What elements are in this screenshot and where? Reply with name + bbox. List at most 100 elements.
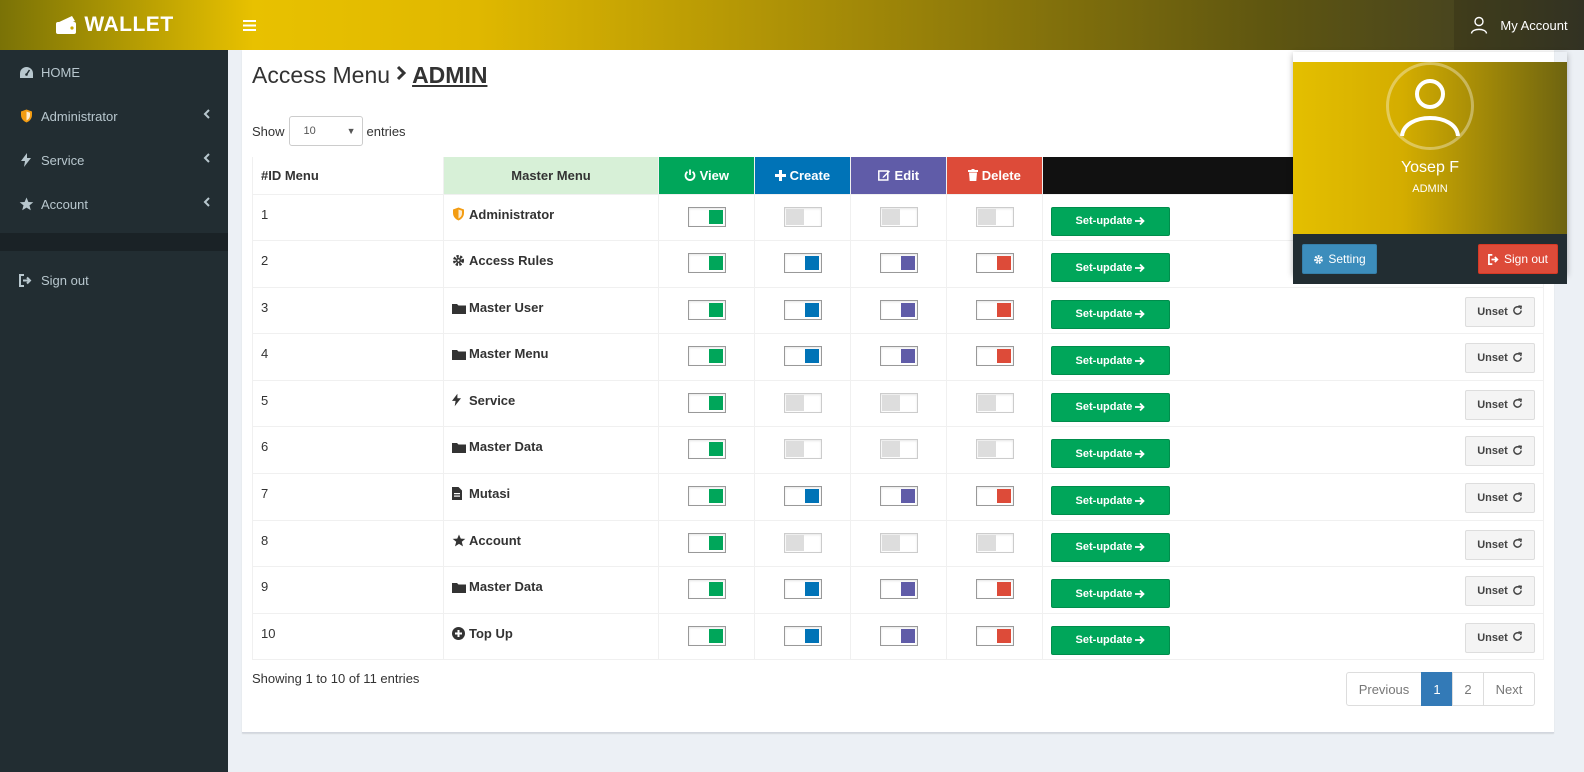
unset-button[interactable]: Unset xyxy=(1465,483,1535,514)
create-toggle[interactable] xyxy=(783,346,822,367)
create-toggle[interactable] xyxy=(783,206,822,227)
sidebar-toggle-button[interactable] xyxy=(228,0,270,50)
page-role-link[interactable]: ADMIN xyxy=(412,62,487,89)
view-toggle[interactable] xyxy=(687,579,726,600)
edit-toggle[interactable] xyxy=(879,486,918,507)
menu-name: Mutasi xyxy=(469,486,511,502)
delete-toggle[interactable] xyxy=(975,253,1014,274)
create-toggle[interactable] xyxy=(783,392,822,413)
set-update-button[interactable]: Set-update xyxy=(1051,579,1170,609)
view-toggle[interactable] xyxy=(687,346,726,367)
create-toggle[interactable] xyxy=(783,532,822,553)
sidebar-item-home[interactable]: HOME xyxy=(0,50,228,94)
delete-toggle[interactable] xyxy=(975,299,1014,320)
cell-edit xyxy=(850,612,947,661)
pagination-next[interactable]: Next xyxy=(1483,672,1535,706)
create-toggle[interactable] xyxy=(783,625,822,646)
sidebar-item-service[interactable]: Service xyxy=(0,138,228,182)
trash-icon xyxy=(968,168,979,181)
unset-button[interactable]: Unset xyxy=(1465,343,1535,374)
edit-toggle[interactable] xyxy=(879,253,918,274)
create-toggle[interactable] xyxy=(783,439,822,460)
my-account-menu[interactable]: My Account xyxy=(1454,0,1584,50)
column-header-edit[interactable]: Edit xyxy=(850,157,947,194)
cell-create xyxy=(754,612,851,661)
unset-button[interactable]: Unset xyxy=(1465,436,1535,467)
chevron-left-icon xyxy=(203,196,210,210)
set-update-button[interactable]: Set-update xyxy=(1051,625,1170,655)
sign-out-button[interactable]: Sign out xyxy=(1478,244,1558,274)
column-header-master-menu[interactable]: Master Menu xyxy=(443,157,659,194)
create-toggle[interactable] xyxy=(783,486,822,507)
view-toggle[interactable] xyxy=(687,299,726,320)
view-toggle[interactable] xyxy=(687,206,726,227)
pagination-page-2[interactable]: 2 xyxy=(1452,672,1484,706)
unset-button[interactable]: Unset xyxy=(1465,529,1535,560)
delete-toggle[interactable] xyxy=(975,439,1014,460)
unset-button[interactable]: Unset xyxy=(1465,389,1535,420)
set-update-button[interactable]: Set-update xyxy=(1051,206,1170,236)
pagination-page-1[interactable]: 1 xyxy=(1421,672,1453,706)
view-toggle[interactable] xyxy=(687,486,726,507)
set-update-label: Set-update xyxy=(1075,308,1133,321)
unset-button[interactable]: Unset xyxy=(1465,622,1535,653)
set-update-button[interactable]: Set-update xyxy=(1051,392,1170,422)
cell-delete xyxy=(946,519,1043,567)
cell-edit xyxy=(850,193,947,241)
edit-toggle[interactable] xyxy=(879,625,918,646)
set-update-button[interactable]: Set-update xyxy=(1051,532,1170,562)
create-toggle[interactable] xyxy=(783,299,822,320)
edit-toggle[interactable] xyxy=(879,579,918,600)
cell-id: 7 xyxy=(252,473,444,521)
set-update-button[interactable]: Set-update xyxy=(1051,486,1170,516)
view-toggle[interactable] xyxy=(687,392,726,413)
cell-master-menu: Service xyxy=(443,379,659,427)
edit-toggle[interactable] xyxy=(879,299,918,320)
cell-master-menu: Master Data xyxy=(443,426,659,474)
delete-toggle[interactable] xyxy=(975,625,1014,646)
show-label: Show xyxy=(252,123,285,139)
set-update-button[interactable]: Set-update xyxy=(1051,346,1170,376)
folder-icon xyxy=(452,348,467,363)
column-header-view[interactable]: View xyxy=(658,157,755,194)
edit-toggle[interactable] xyxy=(879,439,918,460)
refresh-icon xyxy=(1512,630,1523,645)
column-header-create[interactable]: Create xyxy=(754,157,851,194)
delete-toggle[interactable] xyxy=(975,579,1014,600)
entries-select[interactable]: 10 ▼ xyxy=(288,116,363,146)
unset-button[interactable]: Unset xyxy=(1465,296,1535,327)
setting-button[interactable]: Setting xyxy=(1302,244,1377,274)
delete-toggle[interactable] xyxy=(975,392,1014,413)
pagination: Previous 1 2 Next xyxy=(1346,672,1535,706)
sidebar-item-account[interactable]: Account xyxy=(0,182,228,226)
delete-toggle[interactable] xyxy=(975,532,1014,553)
edit-toggle[interactable] xyxy=(879,346,918,367)
column-header-delete[interactable]: Delete xyxy=(946,157,1043,194)
create-toggle[interactable] xyxy=(783,579,822,600)
delete-toggle[interactable] xyxy=(975,206,1014,227)
unset-button[interactable]: Unset xyxy=(1465,576,1535,607)
edit-icon xyxy=(877,170,890,181)
sidebar-item-sign-out[interactable]: Sign out xyxy=(0,258,228,302)
pagination-previous[interactable]: Previous xyxy=(1346,672,1422,706)
column-header-id[interactable]: #ID Menu xyxy=(252,157,444,194)
cell-edit xyxy=(850,566,947,614)
edit-toggle[interactable] xyxy=(879,206,918,227)
create-toggle[interactable] xyxy=(783,253,822,274)
set-update-button[interactable]: Set-update xyxy=(1051,299,1170,329)
view-toggle[interactable] xyxy=(687,625,726,646)
edit-toggle[interactable] xyxy=(879,532,918,553)
sidebar-divider xyxy=(0,233,228,251)
set-update-button[interactable]: Set-update xyxy=(1051,439,1170,469)
view-toggle[interactable] xyxy=(687,532,726,553)
sidebar-item-administrator[interactable]: Administrator xyxy=(0,94,228,138)
user-role: ADMIN xyxy=(1412,183,1448,195)
view-toggle[interactable] xyxy=(687,439,726,460)
view-toggle[interactable] xyxy=(687,253,726,274)
edit-toggle[interactable] xyxy=(879,392,918,413)
set-update-button[interactable]: Set-update xyxy=(1051,253,1170,283)
cell-create xyxy=(754,426,851,474)
delete-toggle[interactable] xyxy=(975,346,1014,367)
delete-toggle[interactable] xyxy=(975,486,1014,507)
brand-logo[interactable]: WALLET xyxy=(0,0,228,50)
